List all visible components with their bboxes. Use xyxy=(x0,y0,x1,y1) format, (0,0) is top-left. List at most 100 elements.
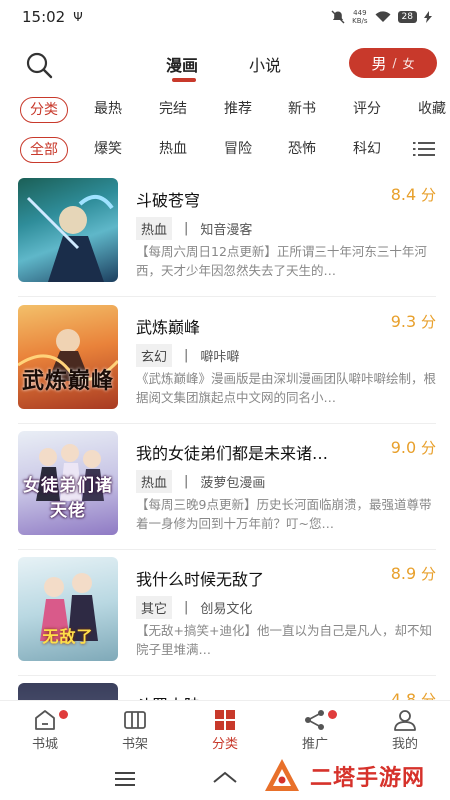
nav-bookstore[interactable]: 书城 xyxy=(0,701,90,758)
book-list-item[interactable]: 女徒弟们诸天佬 我的女徒弟们都是未来诸… 9.0 分 热血 | 菠萝包漫画 【每… xyxy=(0,431,450,555)
net-speed: 449 KB/s xyxy=(352,9,367,25)
genre-chip-passion[interactable]: 热血 xyxy=(159,137,187,163)
score-value: 9.0 xyxy=(390,438,417,457)
nav-label: 书城 xyxy=(31,737,58,752)
book-meta: 热血 | 菠萝包漫画 xyxy=(136,470,265,493)
book-list-item[interactable]: 武炼巅峰 武炼巅峰 9.3 分 玄幻 | 噼咔噼 《武炼巅峰》漫画版是由深圳漫画… xyxy=(0,305,450,429)
genre-chip-adventure[interactable]: 冒险 xyxy=(224,137,252,163)
active-tab-indicator xyxy=(172,78,196,82)
book-description: 【每周三晚9点更新】历史长河面临崩溃，最强道尊带着一身修为回到十万年前？叮~您… xyxy=(136,497,432,531)
book-author: 知音漫客 xyxy=(200,223,253,238)
bottom-navigation: 书城 书架 分类 推广 我的 xyxy=(0,700,450,758)
gender-toggle[interactable]: 男 / 女 xyxy=(349,48,437,78)
meta-divider: | xyxy=(184,348,189,363)
top-header: 漫画 小说 男 / 女 xyxy=(0,40,450,90)
category-chip-new[interactable]: 新书 xyxy=(288,97,316,123)
tab-comics[interactable]: 漫画 xyxy=(166,52,198,76)
book-author: 噼咔噼 xyxy=(200,350,240,365)
nav-profile[interactable]: 我的 xyxy=(360,701,450,758)
book-meta: 热血 | 知音漫客 xyxy=(136,217,252,240)
nav-category[interactable]: 分类 xyxy=(180,701,270,758)
mute-bell-icon xyxy=(331,10,345,24)
tab-novels[interactable]: 小说 xyxy=(249,52,281,76)
category-chip-rating[interactable]: 评分 xyxy=(353,97,381,123)
category-chip-hot[interactable]: 最热 xyxy=(94,97,122,123)
nav-label: 书架 xyxy=(121,737,148,752)
notification-dot xyxy=(328,710,337,719)
watermark-text: 二塔手游网 xyxy=(310,766,426,791)
genre-tag: 玄幻 xyxy=(136,344,173,367)
score-unit: 分 xyxy=(420,439,436,457)
genre-tag: 热血 xyxy=(136,217,173,240)
gender-male[interactable]: 男 xyxy=(371,53,386,74)
meta-divider: | xyxy=(184,474,189,489)
book-meta: 玄幻 | 噼咔噼 xyxy=(136,344,239,367)
book-description: 《武炼巅峰》漫画版是由深圳漫画团队噼咔噼绘制，根据阅文集团旗起点中文网的同名小… xyxy=(136,371,437,405)
usb-icon: Ψ xyxy=(73,10,83,24)
share-icon xyxy=(305,710,324,730)
book-description: 【每周六周日12点更新】正所谓三十年河东三十年河西，天才少年因忽然失去了天生的… xyxy=(136,244,427,278)
genre-chip-all[interactable]: 全部 xyxy=(20,137,68,163)
book-title[interactable]: 我什么时候无敌了 xyxy=(136,566,264,590)
nav-label: 我的 xyxy=(391,737,418,752)
book-score: 9.3 分 xyxy=(391,311,436,332)
search-icon[interactable] xyxy=(24,50,54,80)
book-author: 创易文化 xyxy=(200,602,253,617)
net-speed-value: 449 xyxy=(353,9,367,17)
menu-icon[interactable] xyxy=(115,772,135,786)
score-value: 8.4 xyxy=(390,185,417,204)
nav-promote[interactable]: 推广 xyxy=(270,701,360,758)
book-cover[interactable] xyxy=(18,178,118,282)
status-icons: 449 KB/s 28 xyxy=(331,9,432,25)
score-unit: 分 xyxy=(420,186,436,204)
genre-tag: 其它 xyxy=(136,596,173,619)
row-divider xyxy=(18,423,436,424)
score-unit: 分 xyxy=(420,313,436,331)
site-watermark: 二塔手游网 xyxy=(262,752,450,800)
cover-art-icon xyxy=(26,195,114,282)
book-score: 9.0 分 xyxy=(391,437,436,458)
book-description: 【无敌+搞笑+迪化】他一直以为自己是凡人，却不知院子里堆满… xyxy=(136,623,432,657)
status-time: 15:02 xyxy=(22,8,66,26)
nav-label: 分类 xyxy=(211,737,238,752)
book-list-item[interactable]: 无敌了 我什么时候无敌了 8.9 分 其它 | 创易文化 【无敌+搞笑+迪化】他… xyxy=(0,557,450,681)
category-chip-recommend[interactable]: 推荐 xyxy=(224,97,252,123)
book-cover[interactable]: 无敌了 xyxy=(18,557,118,661)
category-chip-classify[interactable]: 分类 xyxy=(20,97,68,123)
home-icon xyxy=(35,710,55,730)
nav-bookshelf[interactable]: 书架 xyxy=(90,701,180,758)
book-title[interactable]: 武炼巅峰 xyxy=(136,314,200,338)
book-score: 8.9 分 xyxy=(391,563,436,584)
gender-female[interactable]: 女 xyxy=(403,55,415,72)
book-title[interactable]: 斗破苍穹 xyxy=(136,187,200,211)
meta-divider: | xyxy=(184,221,189,236)
status-bar: 15:02 Ψ 449 KB/s 28 xyxy=(0,0,450,34)
book-cover[interactable]: 武炼巅峰 xyxy=(18,305,118,409)
battery-indicator: 28 xyxy=(397,11,417,23)
genre-filter-row: 全部 爆笑 热血 冒险 恐怖 科幻 xyxy=(0,137,450,167)
bookshelf-icon xyxy=(124,711,146,729)
row-divider xyxy=(18,296,436,297)
user-icon xyxy=(394,710,416,731)
row-divider xyxy=(18,549,436,550)
genre-chip-comedy[interactable]: 爆笑 xyxy=(94,137,122,163)
score-unit: 分 xyxy=(420,565,436,583)
charging-icon xyxy=(424,11,432,23)
category-chip-finished[interactable]: 完结 xyxy=(159,97,187,123)
book-cover[interactable]: 女徒弟们诸天佬 xyxy=(18,431,118,535)
book-title[interactable]: 我的女徒弟们都是未来诸… xyxy=(136,440,328,464)
category-chip-favorites[interactable]: 收藏 xyxy=(418,97,446,123)
list-menu-icon[interactable] xyxy=(413,141,435,157)
watermark-logo-icon xyxy=(265,759,299,791)
net-speed-unit: KB/s xyxy=(352,17,368,25)
category-filter-row: 分类 最热 完结 推荐 新书 评分 收藏 xyxy=(0,97,450,127)
book-list-item[interactable]: 斗破苍穹 8.4 分 热血 | 知音漫客 【每周六周日12点更新】正所谓三十年河… xyxy=(0,178,450,302)
home-button-icon[interactable] xyxy=(212,770,238,786)
genre-tag: 热血 xyxy=(136,470,173,493)
cover-title: 女徒弟们诸天佬 xyxy=(23,476,113,521)
genre-chip-scifi[interactable]: 科幻 xyxy=(353,137,381,163)
score-value: 9.3 xyxy=(390,312,417,331)
score-value: 8.9 xyxy=(390,564,417,583)
cover-title: 武炼巅峰 xyxy=(21,369,114,394)
genre-chip-horror[interactable]: 恐怖 xyxy=(288,137,316,163)
